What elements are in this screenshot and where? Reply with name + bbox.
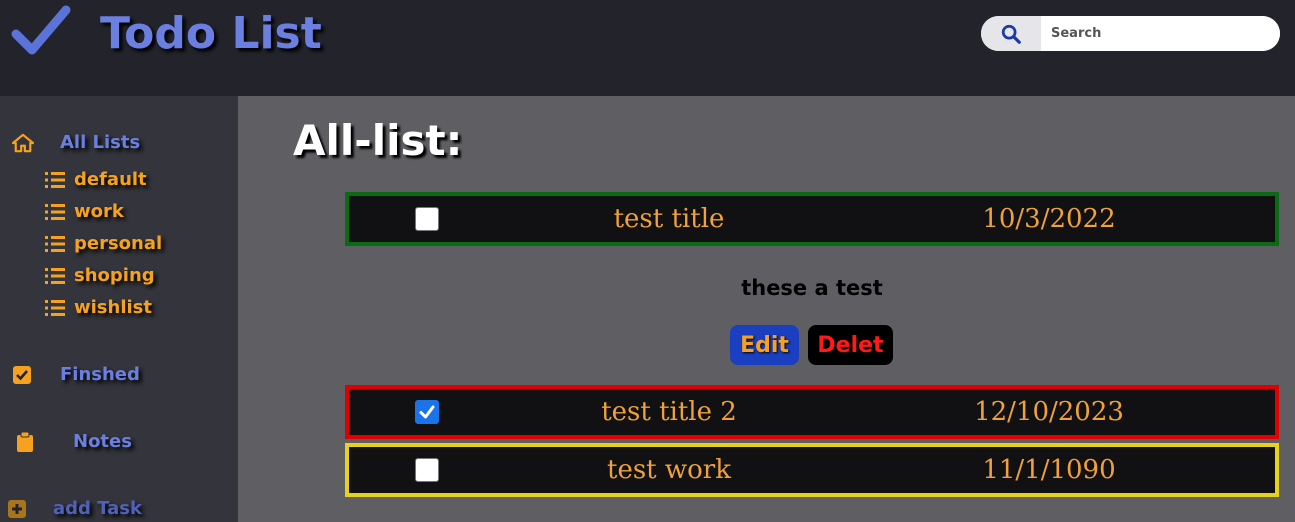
check-icon [419, 405, 435, 419]
task-date: 12/10/2023 [974, 397, 1124, 427]
task-description: these a test [741, 276, 883, 300]
task-checkbox[interactable] [415, 207, 439, 231]
sidebar-item-personal[interactable]: personal [44, 233, 162, 254]
task-title: test title 2 [601, 397, 737, 427]
sidebar-item-add-task[interactable]: add Task [7, 498, 142, 519]
sidebar-item-label: work [74, 201, 124, 222]
search-button[interactable] [981, 16, 1041, 51]
search-bar [981, 16, 1280, 51]
edit-button[interactable]: Edit [730, 325, 799, 365]
delete-button[interactable]: Delet [808, 325, 893, 365]
task-row[interactable]: test title 10/3/2022 [345, 192, 1279, 246]
list-icon [44, 171, 66, 189]
main-content: All-list: test title 10/3/2022 these a t… [238, 96, 1295, 522]
sidebar-item-notes[interactable]: Notes [14, 431, 132, 452]
task-checkbox[interactable] [415, 400, 439, 424]
list-icon [44, 203, 66, 221]
sidebar-item-default[interactable]: default [44, 169, 147, 190]
sidebar-item-wishlist[interactable]: wishlist [44, 297, 152, 318]
app-header: Todo List [0, 0, 1295, 96]
task-row[interactable]: test title 2 12/10/2023 [345, 385, 1279, 439]
plus-icon [7, 499, 27, 518]
home-icon [11, 133, 35, 153]
sidebar-item-all-lists[interactable]: All Lists [11, 132, 140, 153]
task-date: 11/1/1090 [982, 455, 1116, 485]
sidebar-item-label: Finshed [60, 364, 140, 385]
page-title: All-list: [293, 116, 463, 165]
task-title: test title [613, 204, 725, 234]
sidebar-item-label: personal [74, 233, 163, 254]
clipboard-icon [14, 431, 36, 452]
sidebar-item-label: All Lists [60, 132, 141, 153]
task-row[interactable]: test work 11/1/1090 [345, 443, 1279, 497]
search-input[interactable] [1041, 16, 1280, 51]
sidebar-item-label: add Task [53, 498, 142, 519]
sidebar-item-work[interactable]: work [44, 201, 124, 222]
sidebar-item-label: default [74, 169, 147, 190]
sidebar-item-finished[interactable]: Finshed [11, 364, 140, 385]
sidebar-item-label: wishlist [74, 297, 152, 318]
search-icon [1001, 24, 1021, 44]
checkbox-icon [11, 365, 33, 384]
list-icon [44, 267, 66, 285]
check-icon [11, 5, 71, 55]
sidebar: All Lists default work personal shoping … [0, 96, 238, 522]
sidebar-item-label: Notes [73, 431, 132, 452]
task-checkbox[interactable] [415, 458, 439, 482]
task-date: 10/3/2022 [982, 204, 1116, 234]
sidebar-item-label: shoping [74, 265, 155, 286]
app-title: Todo List [100, 8, 322, 59]
sidebar-item-shoping[interactable]: shoping [44, 265, 155, 286]
list-icon [44, 299, 66, 317]
task-title: test work [607, 455, 731, 485]
list-icon [44, 235, 66, 253]
